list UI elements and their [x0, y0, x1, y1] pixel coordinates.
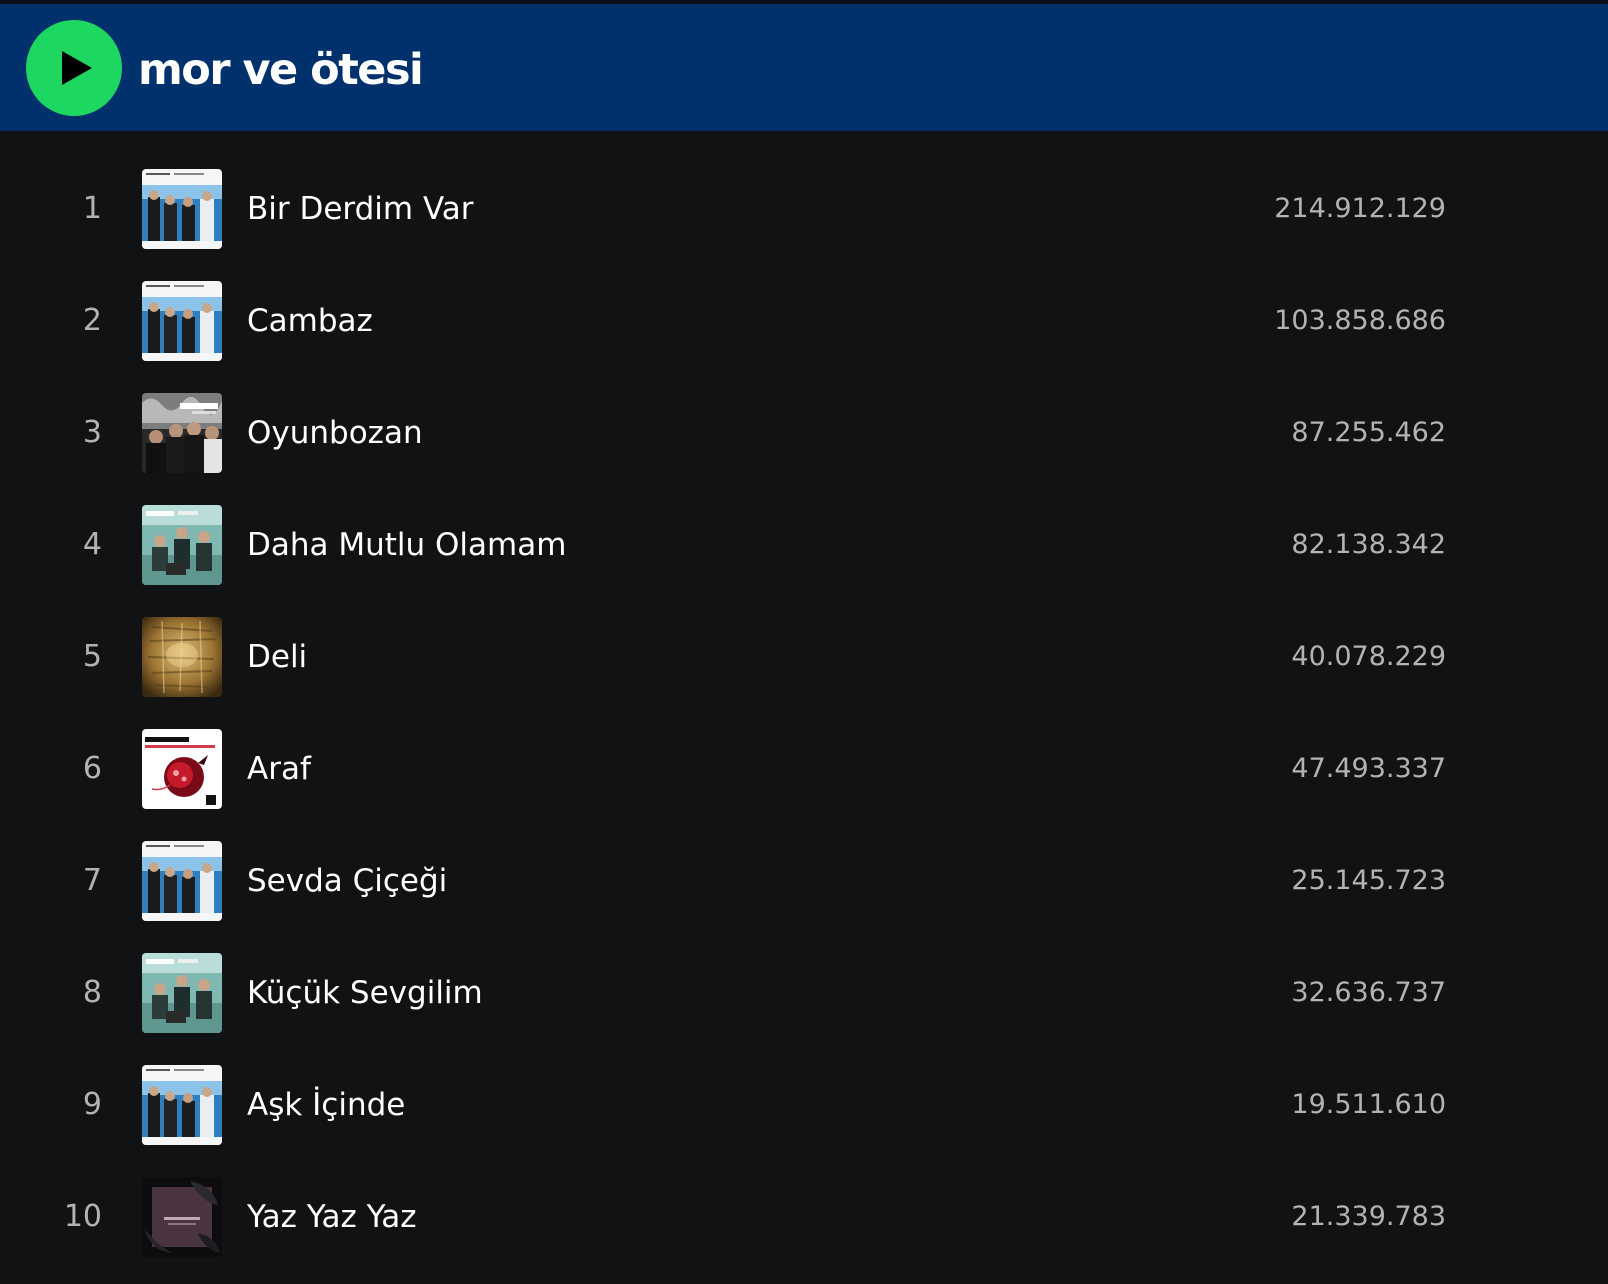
- track-number: 10: [63, 1199, 102, 1234]
- track-title[interactable]: Deli: [247, 601, 307, 713]
- track-title[interactable]: Cambaz: [247, 265, 373, 377]
- track-play-count: 47.493.337: [1291, 753, 1446, 784]
- artist-name: mor ve ötesi: [138, 45, 424, 95]
- track-title[interactable]: Aşk İçinde: [247, 1049, 405, 1161]
- artist-header: mor ve ötesi: [0, 0, 1608, 131]
- track-row[interactable]: 6 Araf 47.493.337: [0, 713, 1608, 825]
- track-number: 8: [82, 975, 102, 1010]
- track-play-count: 19.511.610: [1291, 1089, 1446, 1120]
- track-row[interactable]: 9 Aşk İçinde 19.511.610: [0, 1049, 1608, 1161]
- album-art-dark-leaves[interactable]: [142, 1177, 222, 1257]
- track-play-count: 87.255.462: [1291, 417, 1446, 448]
- album-art-blue-band[interactable]: [142, 841, 222, 921]
- track-title[interactable]: Sevda Çiçeği: [247, 825, 447, 937]
- track-title[interactable]: Araf: [247, 713, 311, 825]
- play-button[interactable]: [26, 20, 122, 116]
- track-row[interactable]: 8 Küçük Sevgilim 32.636.737: [0, 937, 1608, 1049]
- track-play-count: 82.138.342: [1291, 529, 1446, 560]
- track-play-count: 21.339.783: [1291, 1201, 1446, 1232]
- play-icon: [62, 51, 92, 85]
- track-number: 4: [82, 527, 102, 562]
- track-row[interactable]: 1 Bir Derdim Var 214.912.129: [0, 153, 1608, 265]
- track-play-count: 40.078.229: [1291, 641, 1446, 672]
- track-number: 9: [82, 1087, 102, 1122]
- track-title[interactable]: Daha Mutlu Olamam: [247, 489, 566, 601]
- album-art-teal-band[interactable]: [142, 505, 222, 585]
- album-art-blue-band[interactable]: [142, 1065, 222, 1145]
- track-play-count: 103.858.686: [1274, 305, 1446, 336]
- track-play-count: 25.145.723: [1291, 865, 1446, 896]
- album-art-blue-band[interactable]: [142, 281, 222, 361]
- album-art-blue-band[interactable]: [142, 169, 222, 249]
- track-row[interactable]: 4 Daha Mutlu Olamam 82.138.342: [0, 489, 1608, 601]
- album-art-gold-texture[interactable]: [142, 617, 222, 697]
- track-number: 5: [82, 639, 102, 674]
- track-play-count: 32.636.737: [1291, 977, 1446, 1008]
- track-row[interactable]: 7 Sevda Çiçeği 25.145.723: [0, 825, 1608, 937]
- track-number: 3: [82, 415, 102, 450]
- track-title[interactable]: Yaz Yaz Yaz: [247, 1161, 417, 1273]
- album-art-dark-band[interactable]: [142, 393, 222, 473]
- track-title[interactable]: Küçük Sevgilim: [247, 937, 483, 1049]
- track-row[interactable]: 3 Oyunbozan 87.255.462: [0, 377, 1608, 489]
- track-title[interactable]: Bir Derdim Var: [247, 153, 474, 265]
- album-art-teal-band[interactable]: [142, 953, 222, 1033]
- track-number: 7: [82, 863, 102, 898]
- track-number: 6: [82, 751, 102, 786]
- album-art-pomegranate[interactable]: [142, 729, 222, 809]
- artist-popular-tracks: mor ve ötesi 1 Bir Derdim Var 214.912.129…: [0, 0, 1608, 1284]
- track-row[interactable]: 5 Deli 40.078.229: [0, 601, 1608, 713]
- track-title[interactable]: Oyunbozan: [247, 377, 423, 489]
- track-play-count: 214.912.129: [1274, 193, 1446, 224]
- track-number: 2: [82, 303, 102, 338]
- track-row[interactable]: 2 Cambaz 103.858.686: [0, 265, 1608, 377]
- track-row[interactable]: 10 Yaz Yaz Yaz 21.339.783: [0, 1161, 1608, 1273]
- track-number: 1: [82, 191, 102, 226]
